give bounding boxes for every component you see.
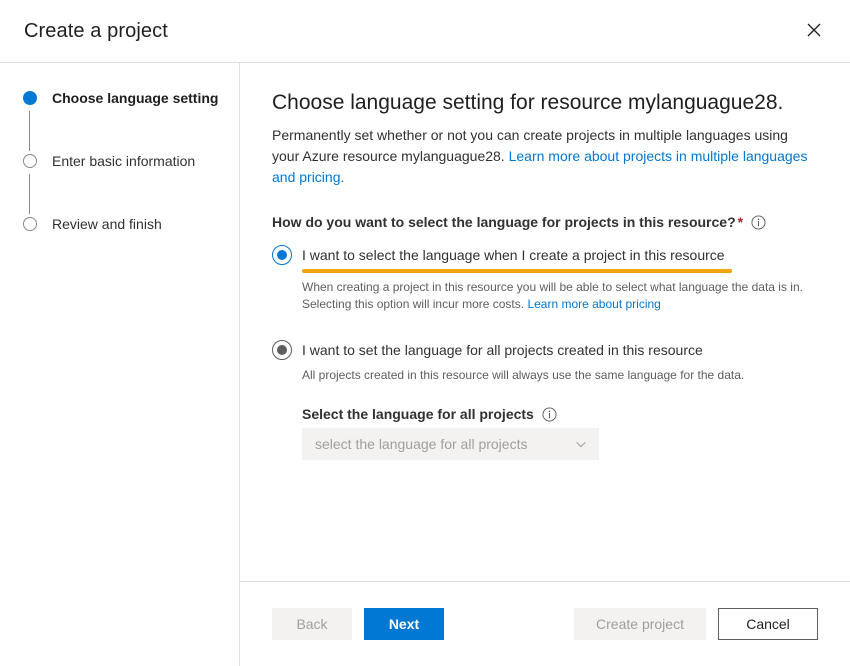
chevron-down-icon <box>574 437 588 451</box>
step-label: Review and finish <box>52 216 162 232</box>
dialog-footer: Back Next Create project Cancel <box>240 581 850 666</box>
content-scroll-area: Choose language setting for resource myl… <box>240 63 850 581</box>
content-heading: Choose language setting for resource myl… <box>272 91 784 114</box>
help-text: All projects created in this resource wi… <box>302 368 745 382</box>
step-dot-inactive-icon <box>23 217 37 231</box>
wizard-steps: Choose language setting Enter basic info… <box>0 63 240 666</box>
language-question-label: How do you want to select the language f… <box>272 214 818 230</box>
page-title: Create a project <box>24 19 168 42</box>
language-select-field: Select the language for all projects sel… <box>302 406 818 460</box>
sidebar-item-review-and-finish[interactable]: Review and finish <box>18 215 239 278</box>
radio-option-set-for-all-projects[interactable]: I want to set the language for all proje… <box>272 339 818 361</box>
step-marker <box>18 89 42 105</box>
label-text: Select the language for all projects <box>302 406 534 422</box>
step-marker <box>18 215 42 231</box>
step-marker <box>18 152 42 168</box>
language-select-placeholder: select the language for all projects <box>315 436 528 452</box>
back-button[interactable]: Back <box>272 608 352 640</box>
learn-more-pricing-link[interactable]: Learn more about pricing <box>527 297 660 311</box>
footer-right-buttons: Create project Cancel <box>574 608 818 640</box>
language-select-dropdown[interactable]: select the language for all projects <box>302 428 599 460</box>
required-asterisk: * <box>737 214 744 230</box>
radio-unselected-pressed-icon <box>272 340 292 360</box>
step-label: Choose language setting <box>52 90 219 106</box>
content-description: Permanently set whether or not you can c… <box>272 125 818 188</box>
radio-option-help-text: All projects created in this resource wi… <box>302 367 814 384</box>
radio-option-select-per-project[interactable]: I want to select the language when I cre… <box>272 244 818 266</box>
dialog-header: Create a project <box>0 0 850 63</box>
radio-option-label: I want to select the language when I cre… <box>302 247 725 263</box>
radio-option-help-text: When creating a project in this resource… <box>302 279 814 313</box>
option-highlight-underline <box>302 269 732 273</box>
language-select-label: Select the language for all projects <box>302 406 818 422</box>
step-connector <box>29 174 30 214</box>
step-dot-inactive-icon <box>23 154 37 168</box>
radio-option-label: I want to set the language for all proje… <box>302 342 703 358</box>
content-pane: Choose language setting for resource myl… <box>240 63 850 666</box>
close-icon <box>807 23 821 40</box>
sidebar-item-enter-basic-information[interactable]: Enter basic information <box>18 152 239 215</box>
footer-left-buttons: Back Next <box>272 608 444 640</box>
close-button[interactable] <box>794 11 834 51</box>
info-icon[interactable] <box>751 214 766 230</box>
step-connector <box>29 111 30 151</box>
create-project-dialog: Create a project Choose language setting <box>0 0 850 666</box>
cancel-button[interactable]: Cancel <box>718 608 818 640</box>
dialog-body: Choose language setting Enter basic info… <box>0 63 850 666</box>
info-icon[interactable] <box>542 406 557 422</box>
language-option-radio-group: I want to select the language when I cre… <box>272 244 818 460</box>
next-button[interactable]: Next <box>364 608 444 640</box>
question-text: How do you want to select the language f… <box>272 214 736 230</box>
step-label: Enter basic information <box>52 153 196 169</box>
create-project-button[interactable]: Create project <box>574 608 706 640</box>
step-dot-active-icon <box>23 91 37 105</box>
sidebar-item-choose-language-setting[interactable]: Choose language setting <box>18 89 239 152</box>
radio-selected-icon <box>272 245 292 265</box>
